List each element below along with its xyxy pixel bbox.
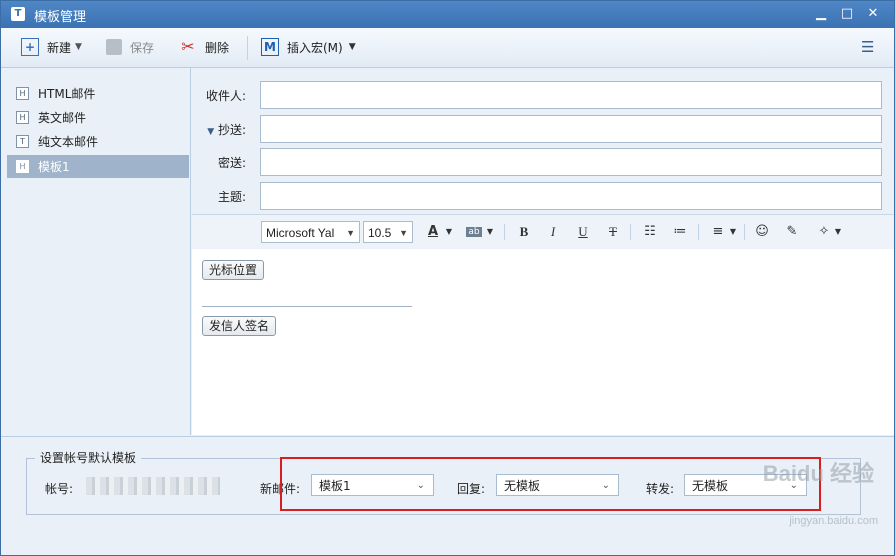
subject-label: 主题:	[217, 190, 246, 204]
format-divider	[630, 224, 631, 240]
close-icon[interactable]: ✕	[863, 5, 883, 23]
toolbar-divider	[247, 36, 248, 60]
insert-macro-label: 插入宏(M)	[287, 40, 343, 55]
window-title: 模板管理	[34, 9, 87, 24]
template-manager-window: T 模板管理 ▁ □ ✕ + 新建 ▼ 保存 ✂ 删除 M 插入宏(M) ▼ ☰…	[0, 0, 895, 556]
sidebar-item-label: 英文邮件	[38, 111, 87, 125]
clear-format-icon[interactable]: ✎	[784, 223, 800, 241]
bold-icon[interactable]: B	[516, 223, 532, 241]
strikethrough-icon[interactable]: T	[605, 223, 621, 241]
cc-label-group[interactable]: ▼ 抄送:	[192, 121, 246, 138]
format-divider	[504, 224, 505, 240]
font-size-select[interactable]: 10.5 ▼	[363, 221, 413, 243]
chevron-down-icon[interactable]: ▼	[445, 223, 453, 241]
chevron-down-icon: ▼	[399, 228, 408, 238]
baidu-watermark-url: jingyan.baidu.com	[789, 515, 878, 527]
sidebar-item-english-mail[interactable]: H 英文邮件	[7, 106, 189, 129]
chevron-down-icon[interactable]: ▼	[75, 42, 82, 52]
format-divider	[698, 224, 699, 240]
m-icon: M	[261, 38, 279, 56]
template-icon: H	[16, 160, 29, 173]
scissors-x-icon: ✂	[181, 37, 195, 56]
plus-icon: +	[21, 38, 39, 56]
chevron-down-icon[interactable]: ▼	[834, 223, 842, 241]
cursor-position-button[interactable]: 光标位置	[202, 260, 265, 280]
align-icon[interactable]: ≡	[710, 223, 726, 241]
magic-wand-icon[interactable]: ✧	[816, 223, 832, 241]
bullet-list-icon[interactable]: ☷	[642, 223, 658, 241]
default-template-panel: 设置帐号默认模板 帐号: 新邮件: 模板1 ⌄ 回复: 无模板 ⌄ 转发: 无模…	[1, 436, 894, 555]
new-label: 新建	[47, 40, 72, 55]
sidebar-item-template-1[interactable]: H 模板1	[7, 155, 189, 178]
delete-label: 删除	[205, 40, 230, 55]
chevron-down-icon[interactable]: ▼	[349, 42, 356, 52]
italic-icon[interactable]: I	[545, 223, 561, 241]
font-family-value: Microsoft Yal	[266, 226, 335, 240]
format-divider	[744, 224, 745, 240]
save-label: 保存	[130, 40, 155, 55]
format-toolbar: Microsoft Yal ▼ 10.5 ▼ A ▼ ab ▼ B I U T …	[192, 214, 894, 250]
insert-macro-button[interactable]: M 插入宏(M) ▼	[261, 36, 356, 58]
triangle-down-icon[interactable]: ▼	[207, 127, 214, 137]
sidebar-item-label: HTML邮件	[38, 87, 96, 101]
sidebar-item-label: 纯文本邮件	[38, 135, 99, 149]
baidu-watermark: Baidu 经验	[762, 461, 874, 486]
highlight-color-icon[interactable]: ab	[464, 223, 484, 241]
highlight-text: ab	[466, 227, 482, 237]
toolbar: + 新建 ▼ 保存 ✂ 删除 M 插入宏(M) ▼ ☰	[1, 28, 894, 68]
underline-icon[interactable]: U	[575, 223, 591, 241]
save-button[interactable]: 保存	[106, 36, 154, 58]
floppy-disk-icon	[106, 39, 122, 55]
sender-signature-button[interactable]: 发信人签名	[202, 316, 277, 336]
sidebar-item-html-mail[interactable]: H HTML邮件	[7, 82, 189, 105]
minimize-icon[interactable]: ▁	[811, 5, 831, 23]
account-label: 帐号:	[45, 482, 74, 496]
signature-divider	[202, 306, 412, 307]
font-color-icon[interactable]: A	[425, 223, 441, 241]
to-field[interactable]	[260, 81, 882, 109]
title-bar[interactable]: T 模板管理 ▁ □ ✕	[1, 1, 894, 28]
cc-field[interactable]	[260, 115, 882, 143]
bcc-label: 密送:	[217, 156, 246, 170]
chevron-down-icon: ▼	[346, 228, 355, 238]
sidebar-item-label: 模板1	[38, 160, 70, 174]
template-icon: H	[16, 111, 29, 124]
mail-body-editor[interactable]: 光标位置 发信人签名	[192, 249, 894, 435]
chevron-down-icon[interactable]: ▼	[486, 223, 494, 241]
emoji-icon[interactable]: ☺	[754, 223, 770, 241]
maximize-icon[interactable]: □	[837, 5, 857, 23]
list-menu-icon[interactable]: ☰	[861, 36, 874, 58]
numbered-list-icon[interactable]: ≔	[672, 223, 688, 241]
bcc-field[interactable]	[260, 148, 882, 176]
text-template-icon: T	[16, 135, 29, 148]
font-size-value: 10.5	[368, 226, 392, 240]
font-family-select[interactable]: Microsoft Yal ▼	[261, 221, 360, 243]
account-value-redacted	[86, 477, 220, 495]
annotation-highlight-box	[280, 457, 821, 511]
group-title: 设置帐号默认模板	[35, 449, 142, 466]
new-button[interactable]: + 新建 ▼	[21, 36, 82, 58]
subject-field[interactable]	[260, 182, 882, 210]
delete-button[interactable]: ✂ 删除	[179, 36, 229, 58]
template-icon: H	[16, 87, 29, 100]
template-list: H HTML邮件 H 英文邮件 T 纯文本邮件 H 模板1	[1, 68, 191, 435]
chevron-down-icon[interactable]: ▼	[729, 223, 737, 241]
mail-header-fields: 收件人: ▼ 抄送: 密送: 主题:	[192, 68, 894, 214]
cc-label: 抄送:	[217, 123, 246, 137]
app-icon: T	[11, 7, 25, 21]
sidebar-item-plain-text-mail[interactable]: T 纯文本邮件	[7, 130, 189, 153]
to-label: 收件人:	[205, 89, 246, 103]
